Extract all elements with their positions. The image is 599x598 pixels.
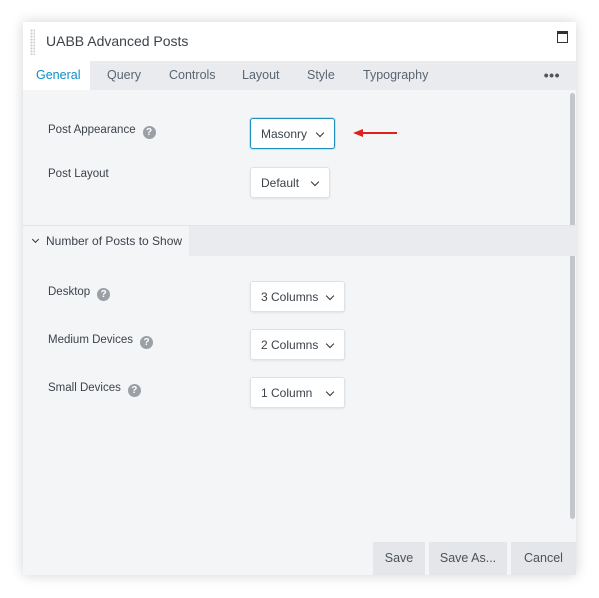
more-options-icon[interactable]: •••	[544, 68, 560, 82]
section-header: Number of Posts to Show	[23, 226, 576, 256]
scrollbar[interactable]	[570, 93, 575, 519]
help-icon[interactable]: ?	[140, 336, 153, 349]
tab-layout[interactable]: Layout	[229, 61, 293, 90]
small-devices-select[interactable]: 1 Column	[250, 377, 345, 408]
post-appearance-select[interactable]: Masonry	[250, 118, 335, 149]
post-appearance-value: Masonry	[261, 127, 308, 141]
section-toggle[interactable]: Number of Posts to Show	[23, 226, 189, 256]
tab-general[interactable]: General	[23, 61, 90, 90]
post-appearance-row: Post Appearance?	[48, 124, 156, 139]
desktop-row: Desktop?	[48, 286, 111, 301]
chevron-down-icon	[325, 291, 335, 301]
small-devices-row: Small Devices?	[48, 382, 141, 397]
medium-devices-row: Medium Devices?	[48, 334, 153, 349]
post-layout-label: Post Layout	[48, 168, 109, 180]
tab-bar: General Query Controls Layout Style Typo…	[23, 61, 576, 90]
annotation-arrow-icon	[353, 129, 397, 137]
tab-typography[interactable]: Typography	[350, 61, 441, 90]
drag-handle-icon[interactable]	[30, 29, 35, 55]
small-devices-label: Small Devices	[48, 382, 121, 394]
chevron-down-icon	[325, 339, 335, 349]
medium-devices-value: 2 Columns	[261, 338, 319, 352]
save-button[interactable]: Save	[373, 542, 425, 575]
help-icon[interactable]: ?	[142, 126, 156, 139]
post-layout-value: Default	[261, 176, 300, 190]
chevron-down-icon	[325, 387, 335, 397]
help-icon[interactable]: ?	[97, 288, 111, 301]
section-title: Number of Posts to Show	[46, 234, 183, 248]
desktop-columns-select[interactable]: 3 Columns	[250, 281, 345, 312]
tab-query[interactable]: Query	[94, 61, 154, 90]
tab-style[interactable]: Style	[294, 61, 348, 90]
cancel-button[interactable]: Cancel	[511, 542, 576, 575]
post-appearance-label: Post Appearance	[48, 124, 136, 136]
settings-panel: UABB Advanced Posts General Query Contro…	[23, 22, 576, 575]
panel-titlebar[interactable]: UABB Advanced Posts	[23, 22, 576, 61]
tab-controls[interactable]: Controls	[156, 61, 229, 90]
panel-title: UABB Advanced Posts	[46, 33, 189, 49]
maximize-icon[interactable]	[557, 31, 568, 43]
save-as-button[interactable]: Save As...	[429, 542, 507, 575]
desktop-columns-value: 3 Columns	[261, 290, 319, 304]
desktop-label: Desktop	[48, 286, 91, 298]
chevron-down-icon	[31, 235, 40, 244]
chevron-down-icon	[315, 128, 325, 138]
post-layout-select[interactable]: Default	[250, 167, 330, 198]
medium-devices-select[interactable]: 2 Columns	[250, 329, 345, 360]
medium-devices-label: Medium Devices	[48, 334, 133, 346]
help-icon[interactable]: ?	[127, 384, 141, 397]
chevron-down-icon	[310, 177, 320, 187]
small-devices-value: 1 Column	[261, 386, 313, 400]
